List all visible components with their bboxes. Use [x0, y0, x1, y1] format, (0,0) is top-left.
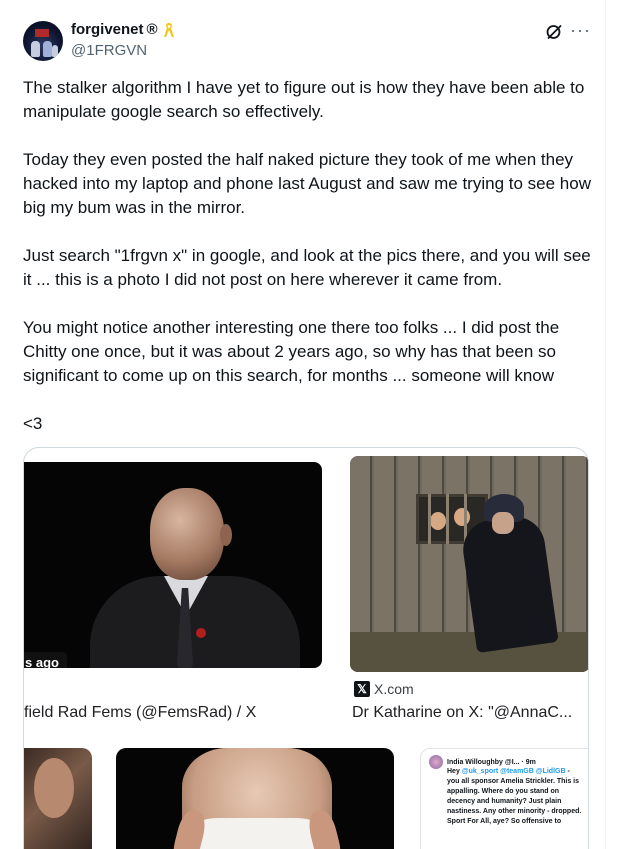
- image-bar: [428, 494, 431, 544]
- result-source: 𝕏 X.com: [354, 681, 414, 697]
- display-name[interactable]: forgivenet: [71, 21, 144, 38]
- image-head: [150, 488, 224, 580]
- search-result-embedded-tweet: India Willoughby @I... · 9m Hey @uk_spor…: [420, 748, 588, 849]
- image-face: [492, 512, 514, 534]
- result-title: field Rad Fems (@FemsRad) / X: [24, 704, 257, 721]
- avatar-flag: [35, 29, 49, 37]
- embedded-body: - you all sponsor Amelia Strickler. This…: [447, 768, 582, 825]
- result-source-label: X.com: [374, 681, 414, 697]
- avatar-figure: [31, 41, 40, 57]
- more-options-icon[interactable]: ···: [570, 21, 591, 39]
- search-result-image-photo: [116, 748, 394, 849]
- tweet-media-screenshot[interactable]: s ago 𝕏 X.com field Rad Fems (@FemsRad) …: [23, 447, 589, 849]
- tweet-paragraph: Just search "1frgvn x" in google, and lo…: [23, 246, 591, 289]
- x-logo-icon: 𝕏: [354, 681, 370, 697]
- image-child: [430, 512, 446, 530]
- embedded-author: India Willoughby @I... · 9m: [447, 758, 536, 766]
- time-badge: s ago: [24, 652, 67, 668]
- author-handle[interactable]: @1FRGVN: [71, 42, 147, 59]
- avatar[interactable]: [23, 21, 63, 61]
- embedded-tweet-text: Hey @uk_sport @teamGB @LidlGB - you all …: [429, 767, 583, 827]
- tweet-paragraph: Today they even posted the half naked pi…: [23, 150, 591, 217]
- author-name-row[interactable]: forgivenet ®: [71, 21, 175, 38]
- search-result-image-man: s ago: [24, 462, 322, 668]
- tweet-paragraph: You might notice another interesting one…: [23, 318, 560, 385]
- search-result-image-cart: [350, 456, 588, 672]
- image-poppy: [196, 628, 206, 638]
- embedded-mentions: @uk_sport @teamGB @LidlGB: [461, 768, 566, 775]
- avatar-figure: [52, 45, 58, 57]
- grok-icon[interactable]: [545, 23, 563, 41]
- yellow-ribbon-icon: [163, 22, 174, 37]
- image-underwear: [192, 818, 322, 849]
- image-face: [34, 758, 74, 818]
- embedded-avatar: [429, 755, 443, 769]
- tweet-paragraph: <3: [23, 414, 43, 433]
- registered-mark: ®: [146, 21, 158, 38]
- column-divider: [605, 0, 606, 849]
- result-title: Dr Katharine on X: "@AnnaC...: [352, 704, 573, 721]
- image-child: [454, 508, 470, 526]
- tweet-paragraph: The stalker algorithm I have yet to figu…: [23, 78, 585, 121]
- avatar-figure: [43, 41, 52, 57]
- image-bar: [446, 494, 449, 544]
- tweet-text: The stalker algorithm I have yet to figu…: [23, 76, 593, 436]
- embedded-prefix: Hey: [447, 768, 460, 775]
- search-result-image-partial: [24, 748, 92, 849]
- image-ear: [220, 524, 232, 546]
